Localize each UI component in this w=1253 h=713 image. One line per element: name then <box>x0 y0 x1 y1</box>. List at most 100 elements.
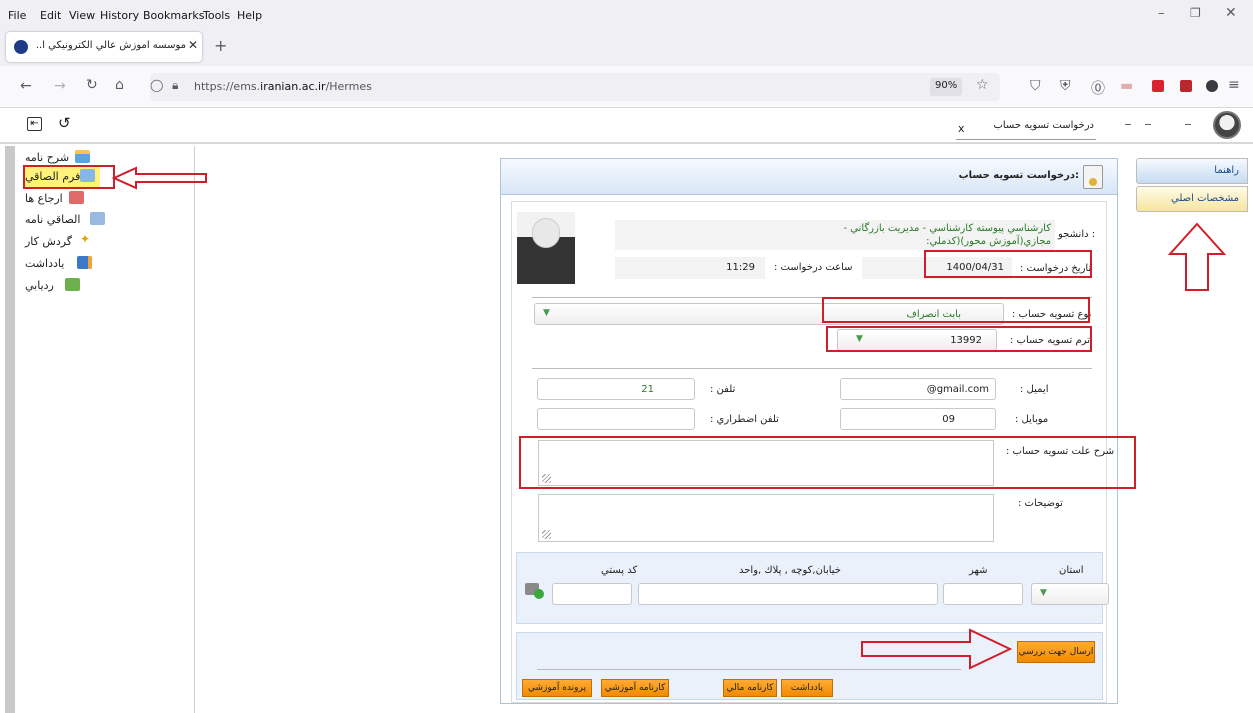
panel-header: :درخواست تسويه حساب <box>501 159 1117 195</box>
notes-icon <box>77 256 92 269</box>
mobile-value: 09 <box>942 414 955 425</box>
financial-transcript-button[interactable]: كارنامه مالي <box>723 679 777 697</box>
back-icon[interactable]: ← <box>20 78 32 94</box>
close-window-icon[interactable]: ✕ <box>1225 5 1237 21</box>
postal-code-field[interactable] <box>552 583 632 605</box>
notes-label: توضيحات : <box>1018 498 1063 509</box>
student-photo <box>517 212 575 284</box>
zoom-level[interactable]: 90% <box>930 78 963 96</box>
refresh-icon[interactable]: ↺ <box>58 114 71 132</box>
user-avatar[interactable] <box>1213 111 1241 139</box>
student-info-line1: كارشناسي پيوسته كارشناسي - مديريت بازرگا… <box>843 223 1051 234</box>
url-bar[interactable]: ◯ 🔒︎ https://ems.iranian.ac.ir/Hermes 90… <box>150 73 1000 101</box>
city-field[interactable] <box>943 583 1023 605</box>
nav-item-attached-letter[interactable]: الصاقي نامه <box>25 210 145 230</box>
app-toolbar: ⇤ ↺ x درخواست تسويه حساب <box>0 108 1253 144</box>
hermes-tab-title: درخواست تسويه حساب <box>993 120 1094 131</box>
tab-close-icon[interactable]: ✕ <box>188 38 198 52</box>
red-extension-icon[interactable] <box>1180 80 1192 92</box>
chevron-down-icon: ▼ <box>543 308 550 318</box>
emergency-phone-field[interactable] <box>537 408 695 430</box>
nav-item-referrals[interactable]: ارجاع ها <box>25 189 145 209</box>
tab-guide[interactable]: راهنما <box>1136 158 1248 184</box>
account-icon[interactable] <box>1206 80 1218 92</box>
tracking-shield-icon[interactable]: ◯ <box>150 78 163 92</box>
restore-icon[interactable]: ❐ <box>1190 6 1201 20</box>
referral-icon <box>69 191 84 204</box>
nav-item-notes[interactable]: يادداشت <box>25 254 145 274</box>
mobile-field[interactable]: 09 <box>840 408 996 430</box>
province-select[interactable]: ▼ <box>1031 583 1109 605</box>
menu-bookmarks[interactable]: Bookmarks <box>143 9 204 22</box>
email-field[interactable]: @gmail.com <box>840 378 996 400</box>
notes-button[interactable]: يادداشت <box>781 679 833 697</box>
pdf-extension-icon[interactable] <box>1152 80 1164 92</box>
annotation-box-settle-type <box>822 297 1090 323</box>
hermes-tab-close-icon[interactable]: x <box>958 122 965 135</box>
student-label: دانشجو : <box>1058 229 1096 240</box>
menu-file[interactable]: File <box>8 9 26 22</box>
annotation-box-request-date <box>924 250 1092 278</box>
submit-for-review-button[interactable]: ارسال جهت بررسي <box>1017 641 1095 663</box>
url-prefix: https://ems. <box>194 80 261 93</box>
certificate-icon <box>1083 165 1103 189</box>
menu-history[interactable]: History <box>100 9 139 22</box>
add-address-icon[interactable] <box>525 581 545 599</box>
tracking-icon <box>65 278 80 291</box>
site-favicon-icon <box>14 40 28 54</box>
tab-main-specs[interactable]: مشخصات اصلي <box>1136 186 1248 212</box>
annotation-box-settle-term <box>826 326 1092 352</box>
new-tab-icon[interactable]: + <box>214 36 227 55</box>
lock-icon[interactable]: 🔒︎ <box>172 78 178 93</box>
home-icon[interactable]: ⌂ <box>115 77 124 93</box>
forward-icon: → <box>54 78 66 94</box>
url-domain: iranian.ac.ir <box>260 80 326 93</box>
nav-label: الصاقي نامه <box>25 213 81 226</box>
actions-section: ارسال جهت بررسي يادداشت كارنامه مالي كار… <box>516 632 1103 700</box>
workflow-icon: ✦ <box>80 232 91 246</box>
menu-view[interactable]: View <box>69 9 95 22</box>
postal-code-label: كد پستي <box>601 565 638 576</box>
left-nav-panel: شرح نامه فرم الصاقي ارجاع ها الصاقي نامه… <box>15 146 195 713</box>
nav-label: شرح نامه <box>25 151 70 164</box>
nav-item-workflow[interactable]: گردش كار ✦ <box>25 232 145 252</box>
nav-item-tracking[interactable]: رديابي <box>25 276 145 296</box>
street-field[interactable] <box>638 583 938 605</box>
pocket-icon[interactable]: ⛉ <box>1030 78 1041 94</box>
menu-tools[interactable]: Tools <box>203 9 230 22</box>
city-label: شهر <box>969 565 988 576</box>
hermes-window-tab[interactable]: x درخواست تسويه حساب <box>956 114 1096 140</box>
annotation-box-nav <box>23 165 115 189</box>
menu-help[interactable]: Help <box>237 9 262 22</box>
reload-icon[interactable]: ↻ <box>86 77 98 93</box>
nav-label: يادداشت <box>25 257 65 270</box>
phone-value: 21 <box>641 384 654 395</box>
notes-textarea[interactable] <box>538 494 994 542</box>
annotation-arrow-up-icon <box>1168 222 1226 291</box>
menu-edit[interactable]: Edit <box>40 9 61 22</box>
panel-title: :درخواست تسويه حساب <box>958 170 1079 181</box>
url-path: /Hermes <box>325 80 372 93</box>
hamburger-menu-icon[interactable]: ≡ <box>1228 77 1240 93</box>
resize-handle-icon[interactable] <box>542 530 551 539</box>
downloads-icon[interactable]: ⓪ <box>1091 78 1105 98</box>
educational-transcript-button[interactable]: كارنامه آموزشي <box>601 679 669 697</box>
tab-bar: موسسه آموزش عالي الكترونيكي ا... ✕ + <box>0 30 1253 66</box>
tab-main-specs-label: مشخصات اصلي <box>1171 193 1239 204</box>
nav-label: ارجاع ها <box>25 192 63 205</box>
menu-bar: File Edit View History Bookmarks Tools H… <box>0 0 1253 30</box>
bookmark-star-icon[interactable]: ☆ <box>976 77 989 93</box>
province-label: استان <box>1059 565 1084 576</box>
browser-tab[interactable]: موسسه آموزش عالي الكترونيكي ا... ✕ <box>6 32 202 62</box>
educational-file-button[interactable]: پرونده آموزشي <box>522 679 592 697</box>
phone-field[interactable]: 21 <box>537 378 695 400</box>
nav-label: رديابي <box>25 279 54 292</box>
exit-icon[interactable]: ⇤ <box>27 117 42 131</box>
attached-letter-icon <box>90 212 105 225</box>
request-time-label: ساعت درخواست : <box>774 262 853 273</box>
student-info: كارشناسي پيوسته كارشناسي - مديريت بازرگا… <box>615 220 1055 250</box>
mobile-label: موبايل : <box>1015 414 1049 425</box>
shield-icon[interactable]: ⛨ <box>1060 78 1071 94</box>
extension-icon[interactable]: ▬ <box>1120 78 1133 94</box>
minimize-icon[interactable]: – <box>1158 6 1165 21</box>
